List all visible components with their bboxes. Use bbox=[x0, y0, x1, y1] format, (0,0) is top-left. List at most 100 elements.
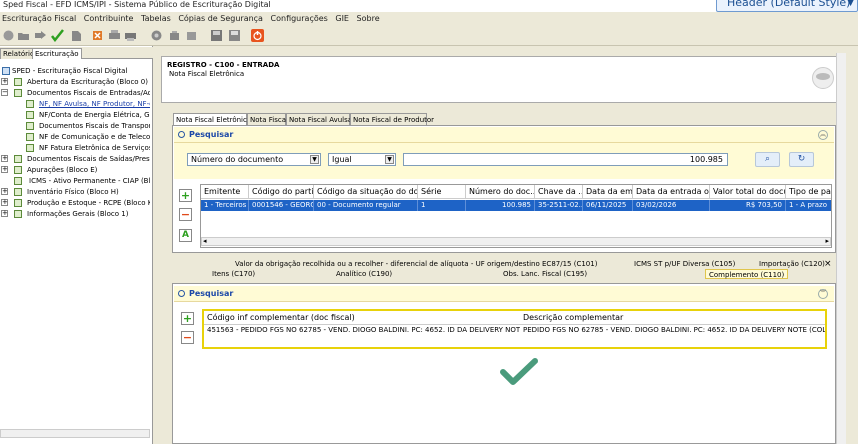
tree-node[interactable]: + Apurações (Bloco E) bbox=[0, 165, 150, 175]
refresh-button[interactable]: ↻ bbox=[789, 152, 814, 167]
column-header[interactable]: Código inf complementar (doc fiscal) bbox=[204, 311, 520, 325]
arrow-left-icon[interactable]: ◂ bbox=[203, 237, 207, 245]
menu-tabelas[interactable]: Tabelas bbox=[141, 12, 171, 26]
validate-check-icon[interactable] bbox=[51, 29, 64, 42]
subregister-tabs-row2: Itens (C170) Analítico (C190) Obs. Lanc.… bbox=[172, 269, 836, 279]
tree-node[interactable]: NF Fatura Eletrônica de Serviços de bbox=[0, 143, 150, 153]
tree-node[interactable]: + Produção e Estoque - RCPE (Bloco K) bbox=[0, 198, 150, 208]
remove-button[interactable]: − bbox=[179, 208, 192, 221]
chevron-down-icon[interactable]: ︾ bbox=[818, 289, 828, 299]
tab-c110[interactable]: Complemento (C110) bbox=[705, 269, 789, 279]
menu-sobre[interactable]: Sobre bbox=[357, 12, 380, 26]
delete-icon[interactable] bbox=[91, 29, 104, 42]
cell-codigo-inf: 451563 - PEDIDO FGS NO 62785 - VEND. DIO… bbox=[207, 326, 520, 334]
search-field-select[interactable]: Número do documento ▼ bbox=[187, 153, 321, 166]
column-header[interactable]: Código do parti... bbox=[249, 185, 314, 199]
tab-c101[interactable]: Valor da obrigação recolhida ou a recolh… bbox=[235, 259, 597, 269]
search-button[interactable]: ⌕ bbox=[755, 152, 780, 167]
save-icon[interactable] bbox=[210, 29, 223, 42]
arrow-right-icon[interactable]: ▸ bbox=[825, 237, 829, 245]
tree-node[interactable]: SPED - Escrituração Fiscal Digital bbox=[0, 66, 150, 76]
search-value-input[interactable]: 100.985 bbox=[403, 153, 728, 166]
tab-c120[interactable]: Importação (C120) bbox=[759, 259, 825, 269]
tab-c195[interactable]: Obs. Lanc. Fiscal (C195) bbox=[503, 269, 587, 279]
complement-search-header[interactable]: Pesquisar ︾ bbox=[174, 286, 834, 302]
add-button[interactable]: + bbox=[179, 189, 192, 202]
tab-nota-fiscal-produtor[interactable]: Nota Fiscal de Produtor bbox=[350, 113, 434, 125]
column-header[interactable]: Data da entrada ou... bbox=[633, 185, 710, 199]
table-row[interactable]: 1 - Terceiros 0001546 - GEORG ... 00 - D… bbox=[201, 200, 831, 211]
remove-complement-button[interactable]: − bbox=[181, 331, 194, 344]
column-header[interactable]: Número do doc... bbox=[466, 185, 535, 199]
add-complement-button[interactable]: + bbox=[181, 312, 194, 325]
tree-node[interactable]: + Documentos Fiscais de Saídas/Prestaç bbox=[0, 154, 150, 164]
tree-node[interactable]: ICMS - Ativo Permanente - CIAP (Bloco bbox=[0, 176, 150, 186]
expand-icon[interactable]: + bbox=[1, 166, 8, 173]
save-as-icon[interactable] bbox=[228, 29, 241, 42]
expand-icon[interactable]: + bbox=[1, 199, 8, 206]
receipt-icon[interactable] bbox=[168, 29, 181, 42]
tree-node-label: Documentos Fiscais de Transportes bbox=[39, 122, 150, 130]
tree-node[interactable]: NF/Conta de Energia Elétrica, Gás e bbox=[0, 110, 150, 120]
expand-icon[interactable]: + bbox=[1, 78, 8, 85]
chevron-up-icon[interactable]: ︽ bbox=[818, 130, 828, 140]
column-header[interactable]: Data da em... bbox=[583, 185, 633, 199]
expand-icon[interactable]: + bbox=[1, 188, 8, 195]
documents-grid: Emitente Código do parti... Código da si… bbox=[200, 184, 832, 248]
menu-contribuinte[interactable]: Contribuinte bbox=[84, 12, 134, 26]
tab-nota-fiscal-eletronica[interactable]: Nota Fiscal Eletrônica bbox=[173, 113, 251, 125]
column-header[interactable]: Série bbox=[418, 185, 466, 199]
tab-c170[interactable]: Itens (C170) bbox=[212, 269, 255, 279]
column-header[interactable]: Chave da ... bbox=[535, 185, 583, 199]
tree-node[interactable]: + Informações Gerais (Bloco 1) bbox=[0, 209, 150, 219]
style-selector[interactable]: Header (Default Style) ▼ bbox=[716, 0, 858, 12]
search-operator-value: Igual bbox=[332, 155, 352, 164]
column-header[interactable]: Descrição complementar bbox=[520, 311, 825, 325]
search-icon: ⌕ bbox=[764, 154, 771, 164]
menu-escrituracao[interactable]: Escrituração Fiscal bbox=[2, 12, 76, 26]
tab-nota-fiscal-avulsa[interactable]: Nota Fiscal Avulsa bbox=[286, 113, 352, 125]
tree-node[interactable]: NF de Comunicação e de Telecomun bbox=[0, 132, 150, 142]
column-header[interactable]: Emitente bbox=[201, 185, 249, 199]
left-horizontal-scrollbar[interactable] bbox=[0, 429, 150, 438]
tree-node-label: NF, NF Avulsa, NF Produtor, NF-e bbox=[39, 100, 150, 108]
import-icon[interactable] bbox=[34, 29, 47, 42]
expand-icon[interactable]: + bbox=[1, 210, 8, 217]
tab-c105[interactable]: ICMS ST p/UF Diversa (C105) bbox=[634, 259, 735, 269]
search-filter-row: Número do documento ▼ Igual ▼ 100.985 ⌕ … bbox=[174, 143, 834, 179]
menu-copias[interactable]: Cópias de Segurança bbox=[178, 12, 263, 26]
table-row[interactable]: 451563 - PEDIDO FGS NO 62785 - VEND. DIO… bbox=[204, 325, 825, 336]
expand-icon[interactable]: + bbox=[1, 155, 8, 162]
tree-node[interactable]: NF, NF Avulsa, NF Produtor, NF-e bbox=[0, 99, 150, 109]
print-report-icon[interactable] bbox=[124, 29, 137, 42]
grid-horizontal-scrollbar[interactable]: ◂ ▸ bbox=[201, 237, 831, 246]
signature-icon[interactable] bbox=[185, 29, 198, 42]
sign-icon[interactable] bbox=[70, 29, 83, 42]
close-icon[interactable]: × bbox=[824, 259, 832, 269]
power-icon[interactable] bbox=[251, 29, 264, 42]
cell-valor-total: R$ 703,50 bbox=[710, 200, 786, 211]
open-icon[interactable] bbox=[2, 29, 15, 42]
vertical-scrollbar[interactable] bbox=[836, 53, 846, 444]
column-header[interactable]: Tipo de pa bbox=[786, 185, 831, 199]
tree-node[interactable]: + Inventário Físico (Bloco H) bbox=[0, 187, 150, 197]
tab-escrituracao[interactable]: Escrituração bbox=[32, 48, 82, 59]
edit-button[interactable]: A bbox=[179, 229, 192, 242]
transmit-icon[interactable] bbox=[150, 29, 163, 42]
folder-icon[interactable] bbox=[17, 29, 30, 42]
column-header[interactable]: Código da situação do doc... bbox=[314, 185, 418, 199]
tree-node[interactable]: + Abertura da Escrituração (Bloco 0) bbox=[0, 77, 150, 87]
menu-configuracoes[interactable]: Configurações bbox=[271, 12, 328, 26]
print-icon[interactable] bbox=[108, 29, 121, 42]
tree-node[interactable]: Documentos Fiscais de Transportes bbox=[0, 121, 150, 131]
tree-root-icon bbox=[2, 67, 10, 75]
document-icon bbox=[14, 89, 22, 97]
search-panel-header[interactable]: Pesquisar ︽ bbox=[174, 127, 834, 143]
collapse-icon[interactable]: − bbox=[1, 89, 8, 96]
column-header[interactable]: Valor total do docu... bbox=[710, 185, 786, 199]
menu-gie[interactable]: GIE bbox=[335, 12, 349, 26]
tab-nota-fiscal[interactable]: Nota Fiscal bbox=[247, 113, 288, 125]
search-operator-select[interactable]: Igual ▼ bbox=[328, 153, 396, 166]
tab-c190[interactable]: Analítico (C190) bbox=[336, 269, 392, 279]
tree-node[interactable]: − Documentos Fiscais de Entradas/Aquis bbox=[0, 88, 150, 98]
